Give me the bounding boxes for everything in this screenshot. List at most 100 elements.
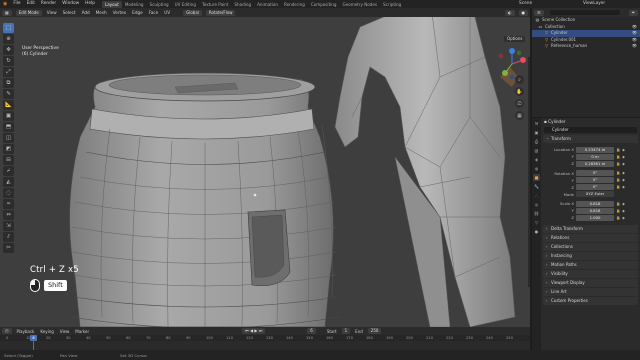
transform-panel[interactable]: Transform <box>543 134 638 143</box>
panel-viewport-display[interactable]: Viewport Display <box>543 278 638 287</box>
3d-viewport[interactable]: Options User Perspective (6) Cylinder ⌕ … <box>0 17 530 327</box>
annotate-icon[interactable]: ✎ <box>3 89 14 99</box>
output-tab-icon[interactable]: ⎙ <box>533 138 540 145</box>
viewport-menu-view[interactable]: View <box>44 10 60 15</box>
scene-label[interactable]: Scene <box>516 0 535 8</box>
shrink-icon[interactable]: ⇲ <box>3 221 14 231</box>
workspace-tab-rendering[interactable]: Rendering <box>281 1 308 8</box>
panel-custom-properties[interactable]: Custom Properties <box>543 296 638 305</box>
menu-edit[interactable]: Edit <box>24 0 38 8</box>
mode-dropdown[interactable]: Edit Mode <box>15 9 42 16</box>
scale-z-field[interactable]: 1.000 <box>576 214 614 221</box>
visibility-eye-icon[interactable]: 👁 <box>632 43 637 50</box>
outliner-search-input[interactable] <box>549 9 620 16</box>
panel-line-art[interactable]: Line Art <box>543 287 638 296</box>
viewport-menu-face[interactable]: Face <box>146 10 161 15</box>
inset-icon[interactable]: ◫ <box>3 133 14 143</box>
scene-tab-icon[interactable]: ◈ <box>533 156 540 163</box>
modifier-tab-icon[interactable]: 🔧 <box>533 183 540 190</box>
panel-delta-transform[interactable]: Delta Transform <box>543 224 638 233</box>
keyframe-icon[interactable]: ◆ <box>621 202 626 206</box>
menu-help[interactable]: Help <box>82 0 98 8</box>
options-dropdown[interactable]: Options <box>504 36 526 42</box>
viewport-menu-vertex[interactable]: Vertex <box>110 10 129 15</box>
location-x-field[interactable]: 0.23474 m <box>576 146 614 153</box>
viewport-menu-select[interactable]: Select <box>60 10 79 15</box>
knife-icon[interactable]: ⌿ <box>3 166 14 176</box>
grid-icon[interactable]: ▦ <box>515 111 524 120</box>
timeline-menu-marker[interactable]: Marker <box>72 329 92 334</box>
world-tab-icon[interactable]: ◍ <box>533 165 540 172</box>
outliner-editor-dropdown[interactable]: ☰ <box>534 9 544 16</box>
bevel-icon[interactable]: ◩ <box>3 144 14 154</box>
shear-icon[interactable]: ⫽ <box>3 232 14 242</box>
view-layer-tab-icon[interactable]: ▥ <box>533 147 540 154</box>
view-layer-label[interactable]: ViewLayer <box>580 0 608 8</box>
workspace-tab-shading[interactable]: Shading <box>231 1 254 8</box>
keyframe-icon[interactable]: ◆ <box>621 185 626 189</box>
outliner-item-reference-human[interactable]: ▽ Reference_human 👁 <box>532 43 640 50</box>
pan-hand-icon[interactable]: ✋ <box>515 87 524 96</box>
rotation-mode-dropdown[interactable]: XYZ Euler <box>576 191 614 198</box>
current-frame-field[interactable]: 6 <box>307 328 316 334</box>
rotation-z-field[interactable]: 0° <box>576 184 614 191</box>
menu-window[interactable]: Window <box>59 0 82 8</box>
edge-slide-icon[interactable]: ⇔ <box>3 210 14 220</box>
viewport-menu-edge[interactable]: Edge <box>129 10 146 15</box>
rotate-icon[interactable]: ↻ <box>3 56 14 66</box>
scale-icon[interactable]: ⤢ <box>3 67 14 77</box>
camera-icon[interactable]: ⎚ <box>515 99 524 108</box>
workspace-tab-sculpting[interactable]: Sculpting <box>147 1 172 8</box>
rip-icon[interactable]: ✂ <box>3 243 14 253</box>
keyframe-icon[interactable]: ◆ <box>621 216 626 220</box>
keyframe-icon[interactable]: ◆ <box>621 178 626 182</box>
panel-collections[interactable]: Collections <box>543 242 638 251</box>
viewport-menu-mesh[interactable]: Mesh <box>93 10 110 15</box>
timeline-menu-playback[interactable]: Playback <box>14 329 38 334</box>
zoom-icon[interactable]: ⌕ <box>515 75 524 84</box>
tool-tab-icon[interactable]: ⚒ <box>533 120 540 127</box>
keyframe-icon[interactable]: ◆ <box>621 155 626 159</box>
filter-icon[interactable]: ⏷ <box>628 9 638 16</box>
keyframe-icon[interactable]: ◆ <box>621 162 626 166</box>
workspace-tab-uv-editing[interactable]: UV Editing <box>172 1 199 8</box>
overlay-toggle[interactable]: ◐ <box>505 9 515 16</box>
loop-cut-icon[interactable]: ⊟ <box>3 155 14 165</box>
workspace-tab-geometry-nodes[interactable]: Geometry Nodes <box>340 1 381 8</box>
frame-ruler[interactable]: 0 10 20 30 40 50 60 70 80 90 100 110 120 130 140 150 160… <box>0 335 530 341</box>
workspace-tab-scripting[interactable]: Scripting <box>380 1 404 8</box>
measure-icon[interactable]: 📐 <box>3 100 14 110</box>
workspace-tab-texture-paint[interactable]: Texture Paint <box>199 1 231 8</box>
editor-type-dropdown[interactable]: ▦ <box>2 9 12 16</box>
constraints-tab-icon[interactable]: ⛓ <box>533 210 540 217</box>
smooth-icon[interactable]: ≈ <box>3 199 14 209</box>
timeline-editor-dropdown[interactable]: ◷ <box>2 328 12 334</box>
keyframe-icon[interactable]: ◆ <box>621 148 626 152</box>
workspace-tab-compositing[interactable]: Compositing <box>308 1 340 8</box>
panel-instancing[interactable]: Instancing <box>543 251 638 260</box>
particles-tab-icon[interactable]: ∴ <box>533 192 540 199</box>
transform-orientation-dropdown[interactable]: Global <box>183 9 202 16</box>
workspace-tab-layout[interactable]: Layout <box>101 1 122 8</box>
play-controls[interactable]: ⏮ ◀ ▶ ⏭ <box>242 328 266 334</box>
spin-icon[interactable]: ◌ <box>3 188 14 198</box>
object-name-field[interactable]: Cylinder <box>544 127 637 133</box>
data-tab-icon[interactable]: ▽ <box>533 219 540 226</box>
end-frame-field[interactable]: 250 <box>367 328 382 334</box>
menu-file[interactable]: File <box>10 0 23 8</box>
viewport-menu-add[interactable]: Add <box>79 10 93 15</box>
snap-dropdown[interactable]: Rotate/Flow <box>205 9 236 16</box>
timeline-menu-view[interactable]: View <box>57 329 73 334</box>
location-z-field[interactable]: 0.28361 m <box>576 160 614 167</box>
scale-y-field[interactable]: 0.818 <box>576 207 614 214</box>
render-tab-icon[interactable]: ▣ <box>533 129 540 136</box>
rotation-x-field[interactable]: 0° <box>576 170 614 177</box>
panel-relations[interactable]: Relations <box>543 233 638 242</box>
poly-build-icon[interactable]: ◭ <box>3 177 14 187</box>
move-icon[interactable]: ✥ <box>3 45 14 55</box>
panel-motion-paths[interactable]: Motion Paths <box>543 260 638 269</box>
viewport-scrollbar[interactable] <box>528 57 530 287</box>
object-tab-icon[interactable]: ■ <box>533 174 540 181</box>
blender-logo-icon[interactable]: ◉ <box>0 0 10 8</box>
start-frame-field[interactable]: 1 <box>341 328 351 334</box>
